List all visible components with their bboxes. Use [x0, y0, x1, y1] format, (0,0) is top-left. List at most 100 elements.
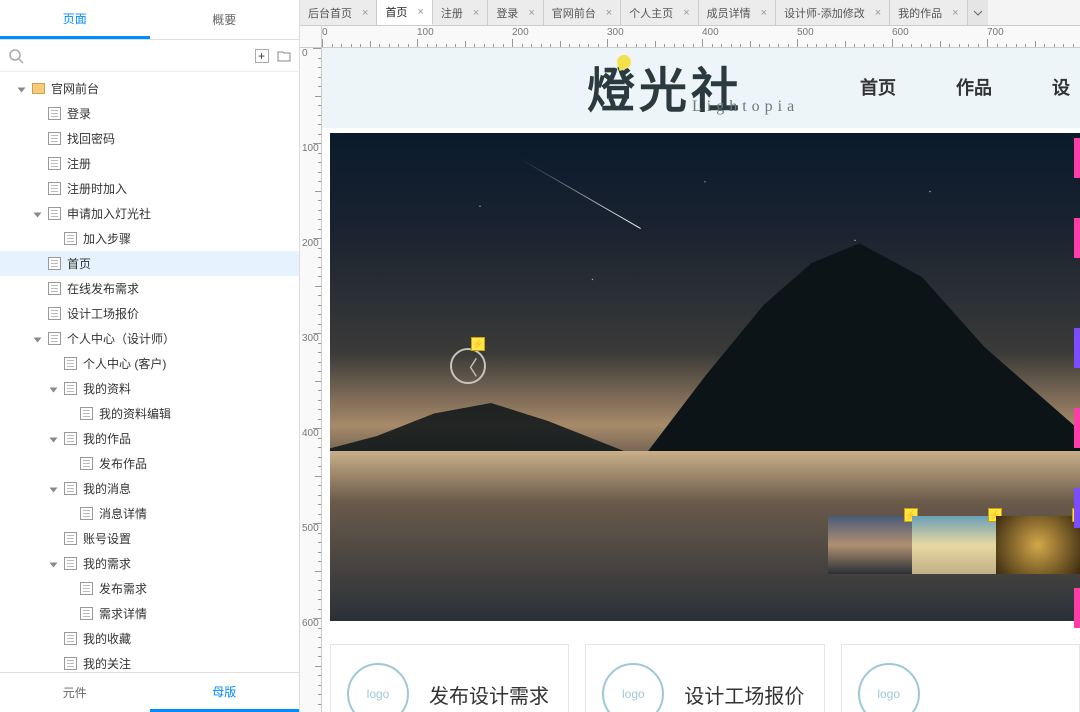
tree-item[interactable]: 申请加入灯光社: [0, 201, 299, 226]
add-folder-icon[interactable]: [277, 49, 291, 63]
tree-item[interactable]: 注册时加入: [0, 176, 299, 201]
folder-icon: [32, 83, 45, 94]
tree-item[interactable]: 找回密码: [0, 126, 299, 151]
tree-item[interactable]: 我的需求: [0, 551, 299, 576]
feature-card[interactable]: logo设计工场报价: [585, 644, 824, 712]
carousel-thumb-2[interactable]: [912, 516, 996, 574]
tree-item-label: 我的作品: [83, 430, 131, 447]
tree-item[interactable]: 我的资料编辑: [0, 401, 299, 426]
close-tab-icon[interactable]: ×: [362, 7, 368, 19]
left-tabs: 页面 概要: [0, 0, 299, 40]
tab-overview[interactable]: 概要: [150, 0, 300, 39]
document-tab[interactable]: 个人主页×: [621, 0, 698, 25]
tree-item-label: 我的关注: [83, 655, 131, 672]
tree-item[interactable]: 消息详情: [0, 501, 299, 526]
tab-masters[interactable]: 母版: [150, 673, 300, 712]
close-tab-icon[interactable]: ×: [473, 7, 479, 19]
document-tab[interactable]: 我的作品 ×: [890, 0, 967, 25]
twisty-icon[interactable]: [34, 334, 44, 344]
tree-item[interactable]: 官网前台: [0, 76, 299, 101]
spacer: [50, 634, 60, 644]
ruler-label: 100: [417, 27, 434, 38]
document-tab[interactable]: 注册×: [433, 0, 488, 25]
dynamic-panel-icon[interactable]: [471, 337, 485, 351]
close-tab-icon[interactable]: ×: [606, 7, 612, 19]
ruler-corner: [300, 26, 322, 48]
tree-item[interactable]: 账号设置: [0, 526, 299, 551]
master-marker[interactable]: [1074, 138, 1080, 178]
page-tree: 官网前台登录找回密码注册注册时加入申请加入灯光社加入步骤首页在线发布需求设计工场…: [0, 72, 299, 672]
ruler-label: 300: [302, 333, 319, 344]
tree-item[interactable]: 首页: [0, 251, 299, 276]
feature-card[interactable]: logo: [841, 644, 1080, 712]
close-tab-icon[interactable]: ×: [528, 7, 534, 19]
twisty-icon[interactable]: [50, 434, 60, 444]
twisty-icon[interactable]: [50, 484, 60, 494]
master-marker[interactable]: [1074, 408, 1080, 448]
tree-item[interactable]: 需求详情: [0, 601, 299, 626]
master-marker[interactable]: [1074, 488, 1080, 528]
twisty-icon[interactable]: [18, 84, 28, 94]
ruler-label: 0: [302, 48, 308, 59]
search-input[interactable]: [30, 49, 247, 63]
tree-item[interactable]: 加入步骤: [0, 226, 299, 251]
close-tab-icon[interactable]: ×: [761, 7, 767, 19]
twisty-icon[interactable]: [34, 209, 44, 219]
tree-item[interactable]: 在线发布需求: [0, 276, 299, 301]
tree-item[interactable]: 发布需求: [0, 576, 299, 601]
add-page-icon[interactable]: +: [255, 49, 269, 63]
tree-item-label: 账号设置: [83, 530, 131, 547]
close-tab-icon[interactable]: ×: [417, 6, 423, 18]
close-tab-icon[interactable]: ×: [875, 7, 881, 19]
twisty-icon[interactable]: [50, 559, 60, 569]
tree-item[interactable]: 登录: [0, 101, 299, 126]
tree-item[interactable]: 我的关注: [0, 651, 299, 672]
nav-link[interactable]: 首页: [860, 74, 896, 100]
tree-item-label: 发布需求: [99, 580, 147, 597]
master-marker[interactable]: [1074, 588, 1080, 628]
document-tab[interactable]: 首页×: [377, 0, 432, 25]
tree-item[interactable]: 设计工场报价: [0, 301, 299, 326]
card-logo-circle: logo: [858, 663, 920, 712]
document-tab[interactable]: 后台首页×: [300, 0, 377, 25]
page-icon: [80, 607, 93, 620]
tree-item[interactable]: 我的收藏: [0, 626, 299, 651]
master-marker[interactable]: [1074, 328, 1080, 368]
tab-pages[interactable]: 页面: [0, 0, 150, 39]
ruler-label: 100: [302, 143, 319, 154]
document-tab[interactable]: 成员详情×: [699, 0, 776, 25]
tree-item[interactable]: 我的作品: [0, 426, 299, 451]
horizontal-ruler[interactable]: 01002003004005006007008009001000: [322, 26, 1080, 48]
feature-card[interactable]: logo发布设计需求: [330, 644, 569, 712]
carousel-prev-button[interactable]: 〈: [450, 348, 486, 384]
canvas[interactable]: 燈光社 Lightopia 首页作品设 〈 logo发布设计需求logo设计工场…: [322, 48, 1080, 712]
close-tab-icon[interactable]: ×: [683, 7, 689, 19]
carousel-thumb-3[interactable]: [996, 516, 1080, 574]
page-icon: [48, 207, 61, 220]
tabs-overflow-icon[interactable]: [968, 0, 988, 25]
nav-link[interactable]: 作品: [956, 74, 992, 100]
spacer: [50, 234, 60, 244]
ruler-label: 200: [302, 238, 319, 249]
tree-item[interactable]: 注册: [0, 151, 299, 176]
feature-cards: logo发布设计需求logo设计工场报价 logo: [330, 644, 1080, 712]
tree-item[interactable]: 我的资料: [0, 376, 299, 401]
tree-item-label: 注册: [67, 155, 91, 172]
spacer: [34, 109, 44, 119]
carousel-thumb-1[interactable]: [828, 516, 912, 574]
document-tab[interactable]: 登录×: [488, 0, 543, 25]
tree-item[interactable]: 我的消息: [0, 476, 299, 501]
document-tab-label: 我的作品: [898, 5, 942, 21]
nav-link[interactable]: 设: [1052, 74, 1070, 100]
tab-widgets[interactable]: 元件: [0, 673, 150, 712]
document-tab[interactable]: 设计师-添加修改×: [776, 0, 890, 25]
tree-item[interactable]: 个人中心（设计师）: [0, 326, 299, 351]
tree-item[interactable]: 个人中心 (客户): [0, 351, 299, 376]
twisty-icon[interactable]: [50, 384, 60, 394]
vertical-ruler[interactable]: 0100200300400500600700: [300, 48, 322, 712]
document-tab[interactable]: 官网前台×: [544, 0, 621, 25]
page-icon: [48, 307, 61, 320]
master-marker[interactable]: [1074, 218, 1080, 258]
tree-item[interactable]: 发布作品: [0, 451, 299, 476]
close-tab-icon[interactable]: ×: [952, 7, 958, 19]
